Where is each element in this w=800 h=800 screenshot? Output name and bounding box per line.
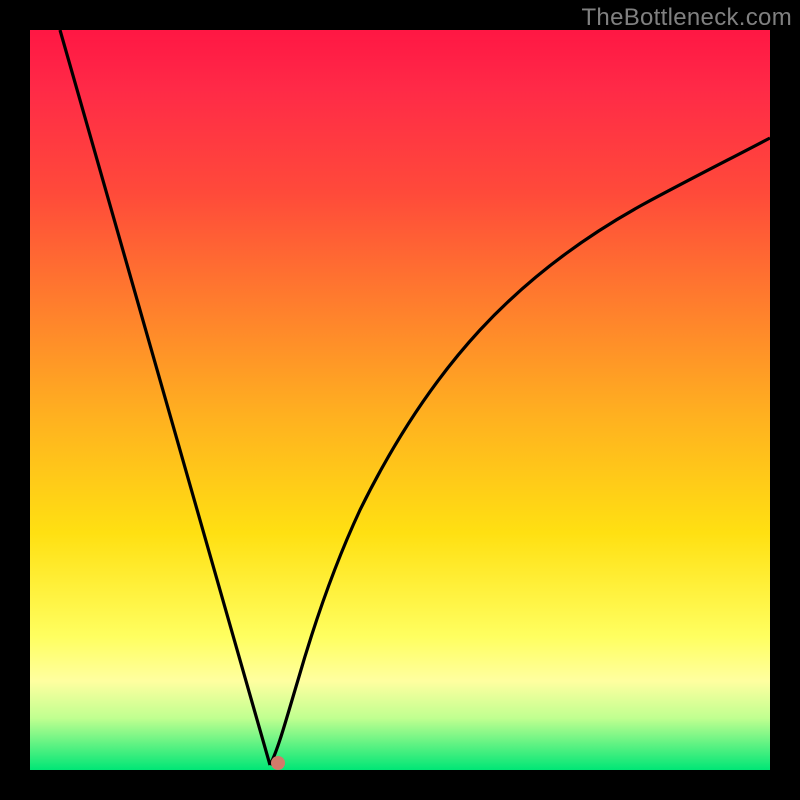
attribution-text: TheBottleneck.com xyxy=(581,4,792,32)
plot-background xyxy=(30,30,770,770)
minimum-marker xyxy=(271,756,285,770)
curve-left-branch xyxy=(60,30,270,765)
bottleneck-curve xyxy=(30,30,770,770)
curve-right-branch xyxy=(270,138,770,765)
